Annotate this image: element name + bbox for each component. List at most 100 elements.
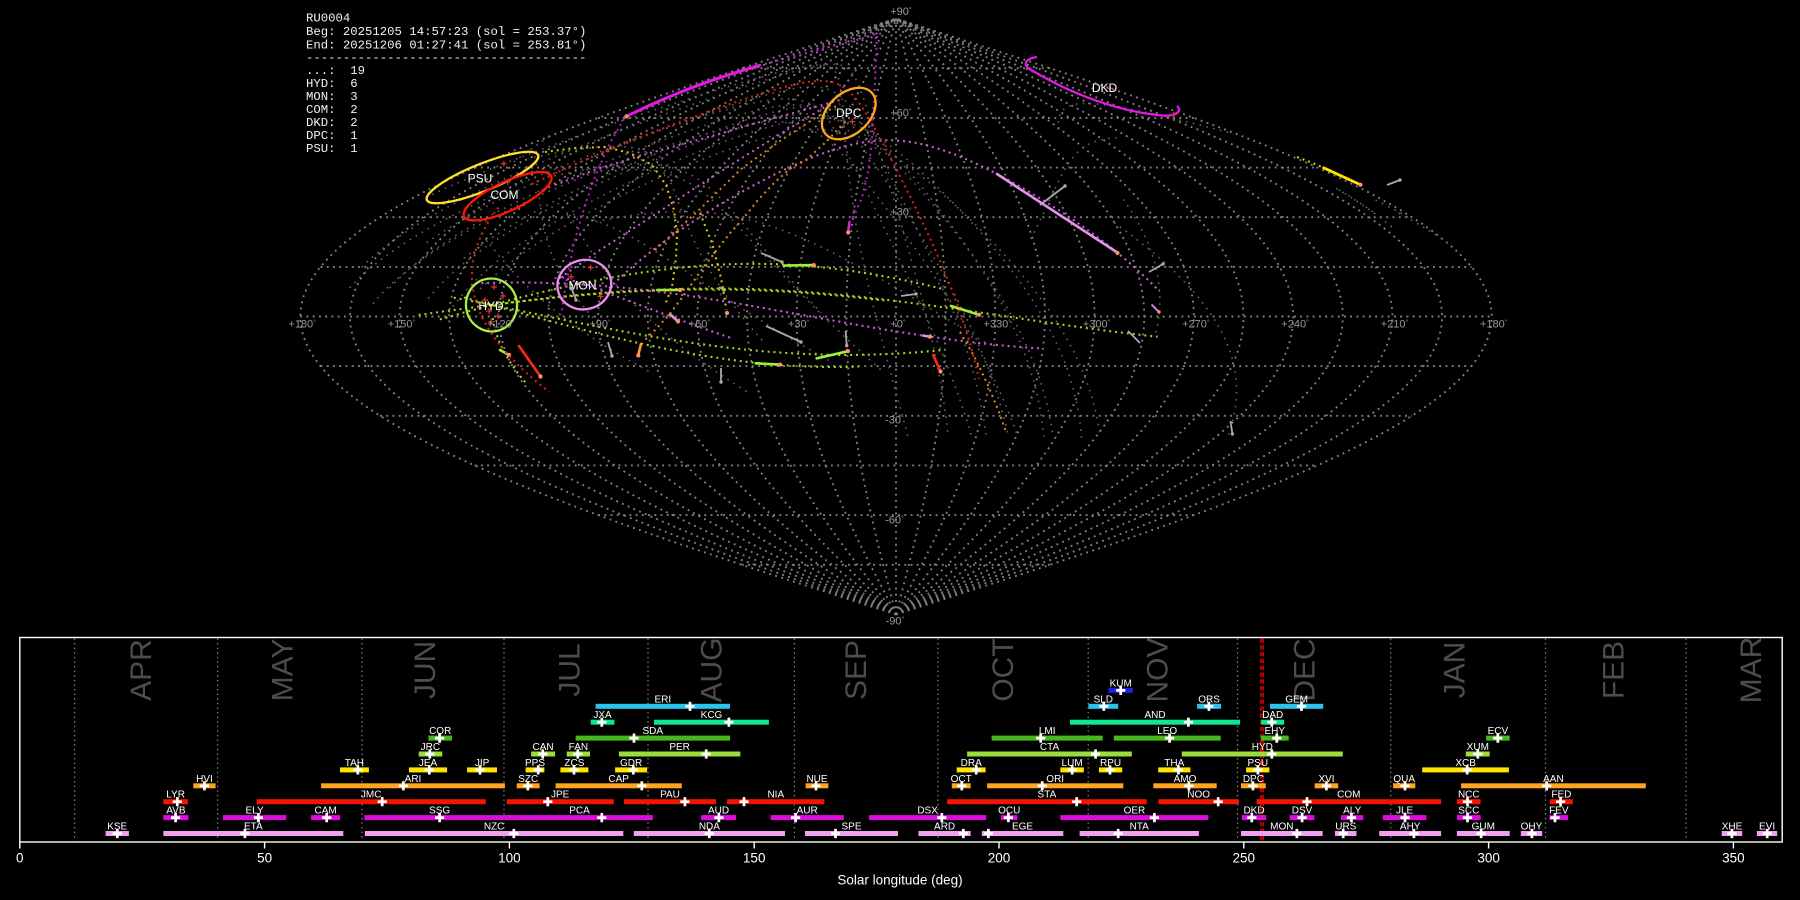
svg-text:PER: PER <box>669 742 690 753</box>
svg-text:JLE: JLE <box>1396 806 1414 817</box>
svg-text:OCT: OCT <box>987 638 1020 701</box>
svg-text:COM: 2: COM: 2 <box>306 103 358 117</box>
svg-text:XHE: XHE <box>1722 822 1743 833</box>
svg-text:150: 150 <box>743 851 766 866</box>
svg-text:200: 200 <box>988 851 1011 866</box>
svg-text:COM: COM <box>491 188 519 202</box>
svg-text:NDA: NDA <box>699 822 720 833</box>
svg-text:NZC: NZC <box>484 822 505 833</box>
svg-text:SCC: SCC <box>1458 806 1479 817</box>
svg-text:TAH: TAH <box>345 758 364 769</box>
svg-text:RPU: RPU <box>1100 758 1121 769</box>
svg-text:NUE: NUE <box>806 774 827 785</box>
svg-text:+90°: +90° <box>589 319 611 331</box>
svg-text:AAN: AAN <box>1543 774 1564 785</box>
svg-text:+300°: +300° <box>1083 319 1111 331</box>
svg-text:300: 300 <box>1477 851 1500 866</box>
svg-text:HYD: 6: HYD: 6 <box>306 77 358 91</box>
svg-text:STA: STA <box>1038 790 1057 801</box>
svg-text:LMI: LMI <box>1039 726 1056 737</box>
svg-text:SLD: SLD <box>1094 694 1113 705</box>
svg-text:THA: THA <box>1164 758 1184 769</box>
svg-text:MON: MON <box>569 279 597 293</box>
svg-text:100: 100 <box>498 851 521 866</box>
svg-text:XVI: XVI <box>1318 774 1334 785</box>
svg-text:Solar longitude (deg): Solar longitude (deg) <box>837 873 962 888</box>
svg-text:OHY: OHY <box>1521 822 1543 833</box>
svg-text:DSX: DSX <box>917 806 938 817</box>
svg-text:AUR: AUR <box>797 806 818 817</box>
svg-text:XCB: XCB <box>1455 758 1476 769</box>
svg-text:PSU: PSU <box>1248 758 1269 769</box>
svg-text:APR: APR <box>125 639 158 701</box>
svg-text:ETA: ETA <box>244 822 263 833</box>
svg-text:JMC: JMC <box>361 790 382 801</box>
svg-text:MAR: MAR <box>1735 637 1768 704</box>
svg-text:KSE: KSE <box>107 822 127 833</box>
svg-text:DPC: 1: DPC: 1 <box>306 129 358 143</box>
svg-text:AMO: AMO <box>1174 774 1197 785</box>
svg-text:SPE: SPE <box>841 822 861 833</box>
svg-text:PSU: 1: PSU: 1 <box>306 142 358 156</box>
svg-text:OCT: OCT <box>951 774 972 785</box>
svg-text:ALY: ALY <box>1343 806 1361 817</box>
svg-text:+120°: +120° <box>487 319 515 331</box>
svg-text:XUM: XUM <box>1467 742 1489 753</box>
svg-text:PSU: PSU <box>468 172 493 186</box>
svg-text:+60°: +60° <box>689 319 711 331</box>
svg-text:EGE: EGE <box>1012 822 1033 833</box>
svg-text:OCU: OCU <box>998 806 1020 817</box>
svg-text:ERI: ERI <box>654 694 671 705</box>
svg-text:JXA: JXA <box>593 710 612 721</box>
svg-text:QUA: QUA <box>1393 774 1415 785</box>
svg-text:FEB: FEB <box>1598 641 1631 699</box>
svg-text:FEV: FEV <box>1549 806 1569 817</box>
svg-text:0: 0 <box>16 851 24 866</box>
svg-text:DPC: DPC <box>1243 774 1264 785</box>
svg-text:NOO: NOO <box>1187 790 1210 801</box>
svg-text:AND: AND <box>1144 710 1165 721</box>
svg-text:SDA: SDA <box>643 726 664 737</box>
svg-text:JPE: JPE <box>551 790 570 801</box>
svg-text:EHY: EHY <box>1265 726 1286 737</box>
svg-text:DPC: DPC <box>836 106 862 120</box>
svg-text:+30°: +30° <box>890 207 912 219</box>
svg-text:JUN: JUN <box>409 641 442 699</box>
svg-text:CTA: CTA <box>1040 742 1060 753</box>
svg-text:MAY: MAY <box>267 639 300 702</box>
svg-text:+210°: +210° <box>1381 319 1409 331</box>
svg-text:COR: COR <box>429 726 451 737</box>
svg-text:ORS: ORS <box>1198 694 1220 705</box>
svg-text:+180°: +180° <box>1480 319 1508 331</box>
svg-text:ZCS: ZCS <box>564 758 584 769</box>
svg-text:ELY: ELY <box>246 806 264 817</box>
svg-text:+180°: +180° <box>288 319 316 331</box>
svg-text:SZC: SZC <box>518 774 538 785</box>
svg-text:Beg: 20251205 14:57:23 (sol =: Beg: 20251205 14:57:23 (sol = 253.37°) <box>306 25 586 39</box>
svg-text:LEO: LEO <box>1157 726 1177 737</box>
svg-text:50: 50 <box>257 851 272 866</box>
svg-text:AVB: AVB <box>166 806 186 817</box>
svg-text:KUM: KUM <box>1110 678 1132 689</box>
svg-text:+150°: +150° <box>388 319 416 331</box>
svg-text:NOV: NOV <box>1142 637 1175 702</box>
svg-text:LUM: LUM <box>1062 758 1083 769</box>
svg-text:RU0004: RU0004 <box>306 12 350 26</box>
svg-text:JIP: JIP <box>475 758 490 769</box>
svg-text:COM: COM <box>1337 790 1360 801</box>
svg-text:JUL: JUL <box>554 643 587 696</box>
svg-text:+60°: +60° <box>890 108 912 120</box>
svg-text:NIA: NIA <box>767 790 784 801</box>
svg-text:NCC: NCC <box>1458 790 1480 801</box>
svg-text:FAN: FAN <box>569 742 588 753</box>
svg-text:JRC: JRC <box>421 742 440 753</box>
svg-text:ARI: ARI <box>405 774 422 785</box>
svg-text:------------------------------: -------------------------------------- <box>306 51 586 65</box>
svg-text:LYR: LYR <box>166 790 185 801</box>
svg-text:MON: 3: MON: 3 <box>306 90 358 104</box>
svg-text:DSV: DSV <box>1292 806 1313 817</box>
svg-text:+90°: +90° <box>890 6 912 18</box>
svg-text:AHY: AHY <box>1400 822 1421 833</box>
svg-text:KCG: KCG <box>701 710 723 721</box>
svg-text:DRA: DRA <box>961 758 982 769</box>
